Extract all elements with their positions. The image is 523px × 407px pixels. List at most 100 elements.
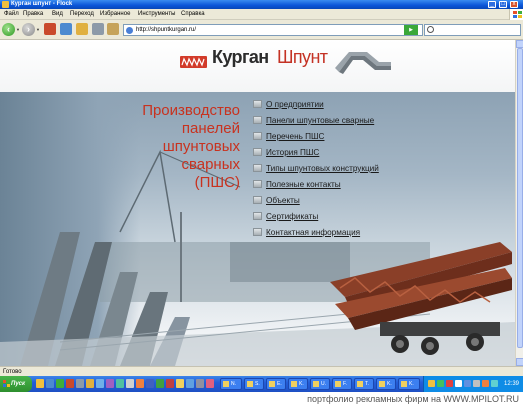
menu-edit[interactable]: Правка (23, 9, 43, 20)
browser-screen: Курган шпунт - Flock _ □ x Файл Правка В… (0, 0, 523, 392)
nav-item-label[interactable]: История ПШС (266, 147, 319, 158)
back-arrow-icon: ‹ (7, 24, 10, 34)
tray-usb-icon[interactable] (473, 380, 480, 387)
nav-item-label[interactable]: Объекты (266, 195, 300, 206)
logo-text-light[interactable]: Шпунт (277, 47, 328, 68)
sheet-pile-logo-icon (335, 52, 391, 74)
nav-item-label[interactable]: Перечень ПШС (266, 131, 324, 142)
close-button[interactable]: x (510, 1, 518, 8)
address-bar[interactable]: http://shpuntkurgan.ru/ (123, 24, 423, 36)
menu-favorites[interactable]: Избранное (100, 9, 130, 20)
menu-tools[interactable]: Инструменты (138, 9, 175, 20)
tray-alert-icon[interactable] (446, 380, 453, 387)
quicklaunch-calc-icon[interactable] (126, 379, 134, 388)
menu-view[interactable]: Вид (52, 9, 63, 20)
page-heading: Производство панелей шпунтовых сварных (… (142, 102, 240, 192)
scroll-up-button[interactable] (516, 40, 523, 48)
quicklaunch-player-icon[interactable] (136, 379, 144, 388)
menu-bullet-icon (253, 228, 262, 236)
mail-icon[interactable] (107, 23, 119, 35)
quicklaunch-chat-icon[interactable] (96, 379, 104, 388)
caption-text: портфолио рекламных фирм на WWW.MPILOT.R… (307, 394, 519, 404)
nav-item-label[interactable]: Типы шпунтовых конструкций (266, 163, 379, 174)
forward-arrow-icon: › (27, 24, 30, 34)
menu-bullet-icon (253, 132, 262, 140)
quicklaunch-app-icon[interactable] (56, 379, 64, 388)
task-label: T. (365, 381, 369, 387)
tray-antivirus-icon[interactable] (437, 380, 444, 387)
window-title: Курган шпунт - Flock (11, 1, 73, 7)
nav-item-label[interactable]: О предприятии (266, 99, 324, 110)
taskbar-task[interactable]: U. (310, 378, 330, 390)
nav-item-label[interactable]: Полезные контакты (266, 179, 341, 190)
quicklaunch-mail-icon[interactable] (86, 379, 94, 388)
quicklaunch-word-icon[interactable] (146, 379, 154, 388)
back-button[interactable]: ‹ (2, 23, 15, 36)
quicklaunch-editor-icon[interactable] (106, 379, 114, 388)
tray-clock[interactable]: 12:39 (504, 376, 519, 392)
system-tray: 12:39 (423, 376, 523, 392)
taskbar-task[interactable]: K. (376, 378, 396, 390)
nav-item-label[interactable]: Панели шпунтовые сварные (266, 115, 374, 126)
start-button[interactable]: Пуск (0, 376, 32, 392)
scroll-down-button[interactable] (516, 358, 523, 366)
taskbar-task[interactable]: T. (354, 378, 374, 390)
vertical-scrollbar[interactable] (515, 40, 523, 366)
tray-volume-icon[interactable] (455, 380, 462, 387)
task-label: S. (255, 381, 260, 387)
print-icon[interactable] (92, 23, 104, 35)
tray-network-icon[interactable] (428, 380, 435, 387)
web-page: Курган Шпунт Производство панелей шпунто… (0, 40, 515, 366)
home-icon[interactable] (76, 23, 88, 35)
minimize-button[interactable]: _ (488, 1, 496, 8)
back-dropdown-icon[interactable]: ▼ (16, 27, 20, 32)
reload-icon[interactable] (60, 23, 72, 35)
quicklaunch-tool-icon[interactable] (116, 379, 124, 388)
scrollbar-thumb[interactable] (517, 48, 523, 348)
taskbar-task[interactable]: E. (266, 378, 286, 390)
quicklaunch-pdf-icon[interactable] (166, 379, 174, 388)
maximize-button[interactable]: □ (499, 1, 507, 8)
forward-button[interactable]: › (22, 23, 35, 36)
tray-update-icon[interactable] (482, 380, 489, 387)
tray-lang-icon[interactable] (464, 380, 471, 387)
nav-item-label[interactable]: Сертификаты (266, 211, 318, 222)
search-input[interactable] (424, 24, 521, 36)
quicklaunch-desktop-icon[interactable] (76, 379, 84, 388)
taskbar-task[interactable]: K. (398, 378, 420, 390)
menu-bullet-icon (253, 100, 262, 108)
tray-messenger-icon[interactable] (491, 380, 498, 387)
quicklaunch-image-icon[interactable] (206, 379, 214, 388)
task-icon (223, 381, 229, 387)
heading-line-2: панелей (181, 120, 240, 137)
quicklaunch-media-icon[interactable] (66, 379, 74, 388)
quicklaunch-excel-icon[interactable] (156, 379, 164, 388)
quicklaunch-browser-icon[interactable] (46, 379, 54, 388)
stop-icon[interactable] (44, 23, 56, 35)
taskbar-task[interactable]: F. (332, 378, 352, 390)
quicklaunch-folder-icon[interactable] (36, 379, 44, 388)
go-button[interactable]: ▶ (404, 25, 418, 35)
menu-bullet-icon (253, 164, 262, 172)
logo-text-bold[interactable]: Курган (212, 47, 269, 68)
taskbar-task[interactable]: K. (288, 378, 308, 390)
quicklaunch-archive-icon[interactable] (176, 379, 184, 388)
quicklaunch-net-icon[interactable] (186, 379, 194, 388)
address-url: http://shpuntkurgan.ru/ (136, 27, 197, 33)
menu-go[interactable]: Переход (70, 9, 94, 20)
nav-item-label[interactable]: Контактная информация (266, 227, 360, 238)
task-label: K. (387, 381, 392, 387)
heading-line-4: сварных (181, 156, 240, 173)
heading-line-1: Производство (142, 102, 240, 119)
task-icon (247, 381, 253, 387)
window-title-bar[interactable]: Курган шпунт - Flock _ □ x (0, 0, 523, 9)
menu-help[interactable]: Справка (181, 9, 205, 20)
task-label: U. (321, 381, 326, 387)
quicklaunch-settings-icon[interactable] (196, 379, 204, 388)
task-icon (401, 381, 407, 387)
taskbar-task[interactable]: N. (220, 378, 242, 390)
forward-dropdown-icon[interactable]: ▼ (36, 27, 40, 32)
task-label: F. (343, 381, 347, 387)
taskbar-task[interactable]: S. (244, 378, 264, 390)
menu-file[interactable]: Файл (4, 9, 19, 20)
